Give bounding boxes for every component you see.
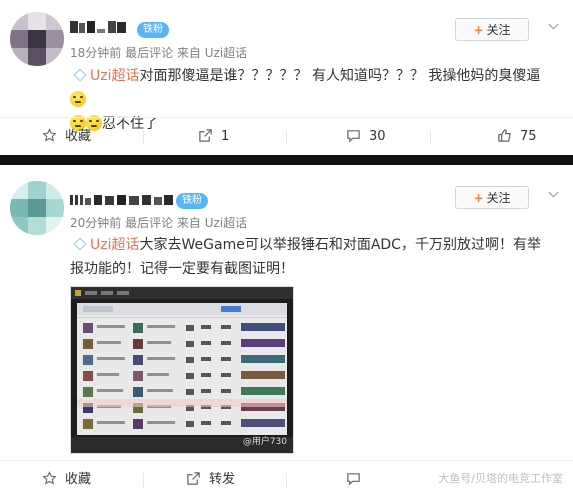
forward-icon [199,129,212,142]
page-watermark: 大鱼号/贝塔的电竞工作室 [438,472,563,485]
plus-icon: + [473,191,484,205]
star-icon [42,471,57,485]
smile-emoji-icon [70,91,86,107]
topic-link[interactable]: Uzi超话 [90,237,140,253]
thumbs-up-icon [498,129,511,142]
forward-button[interactable]: 1 [198,118,229,156]
forward-icon [187,472,200,485]
post-text: Uzi超话大家去WeGame可以举报锤石和对面ADC，千万别放过啊！有举报功能的… [70,237,541,277]
like-button[interactable]: 75 [497,118,537,156]
avatar[interactable] [10,12,64,66]
username-pixelated[interactable] [70,192,174,208]
avatar[interactable] [10,181,64,235]
divider [286,473,287,488]
chevron-down-icon[interactable] [549,190,559,200]
post-meta: 18分钟前 最后评论 来自 Uzi超话 [70,46,248,60]
post-2: 铁粉 20分钟前 最后评论 来自 Uzi超话 + 关注 Uzi超话大家去WeGam… [0,165,573,496]
divider [430,130,431,145]
image-watermark: @用户730 [242,437,287,447]
post-actions: 收藏 1 30 75 [0,117,573,156]
topic-icon [73,237,87,251]
follow-button[interactable]: + 关注 [455,186,529,209]
topic-link[interactable]: Uzi超话 [90,68,140,84]
topic-icon [73,68,87,82]
follow-button[interactable]: + 关注 [455,18,529,41]
comment-button[interactable]: 30 [346,118,386,156]
post-meta: 20分钟前 最后评论 来自 Uzi超话 [70,216,248,230]
post-separator [0,155,573,165]
comment-button[interactable] [346,461,369,499]
divider [143,473,144,488]
fan-badge: 铁粉 [137,22,169,38]
forward-button[interactable]: 转发 [186,461,235,499]
comment-icon [347,130,360,143]
fan-badge: 铁粉 [176,193,208,209]
chevron-down-icon[interactable] [549,22,559,32]
screenshot-image[interactable]: @用户730 [70,286,294,454]
divider [286,130,287,145]
username-pixelated[interactable] [70,19,130,35]
favorite-button[interactable]: 收藏 [42,118,91,156]
plus-icon: + [473,23,484,37]
star-icon [42,128,57,142]
comment-icon [347,473,360,486]
post-1: 铁粉 18分钟前 最后评论 来自 Uzi超话 + 关注 Uzi超话对面那傻逼是谁？… [0,0,573,155]
favorite-button[interactable]: 收藏 [42,461,91,499]
divider [143,130,144,145]
